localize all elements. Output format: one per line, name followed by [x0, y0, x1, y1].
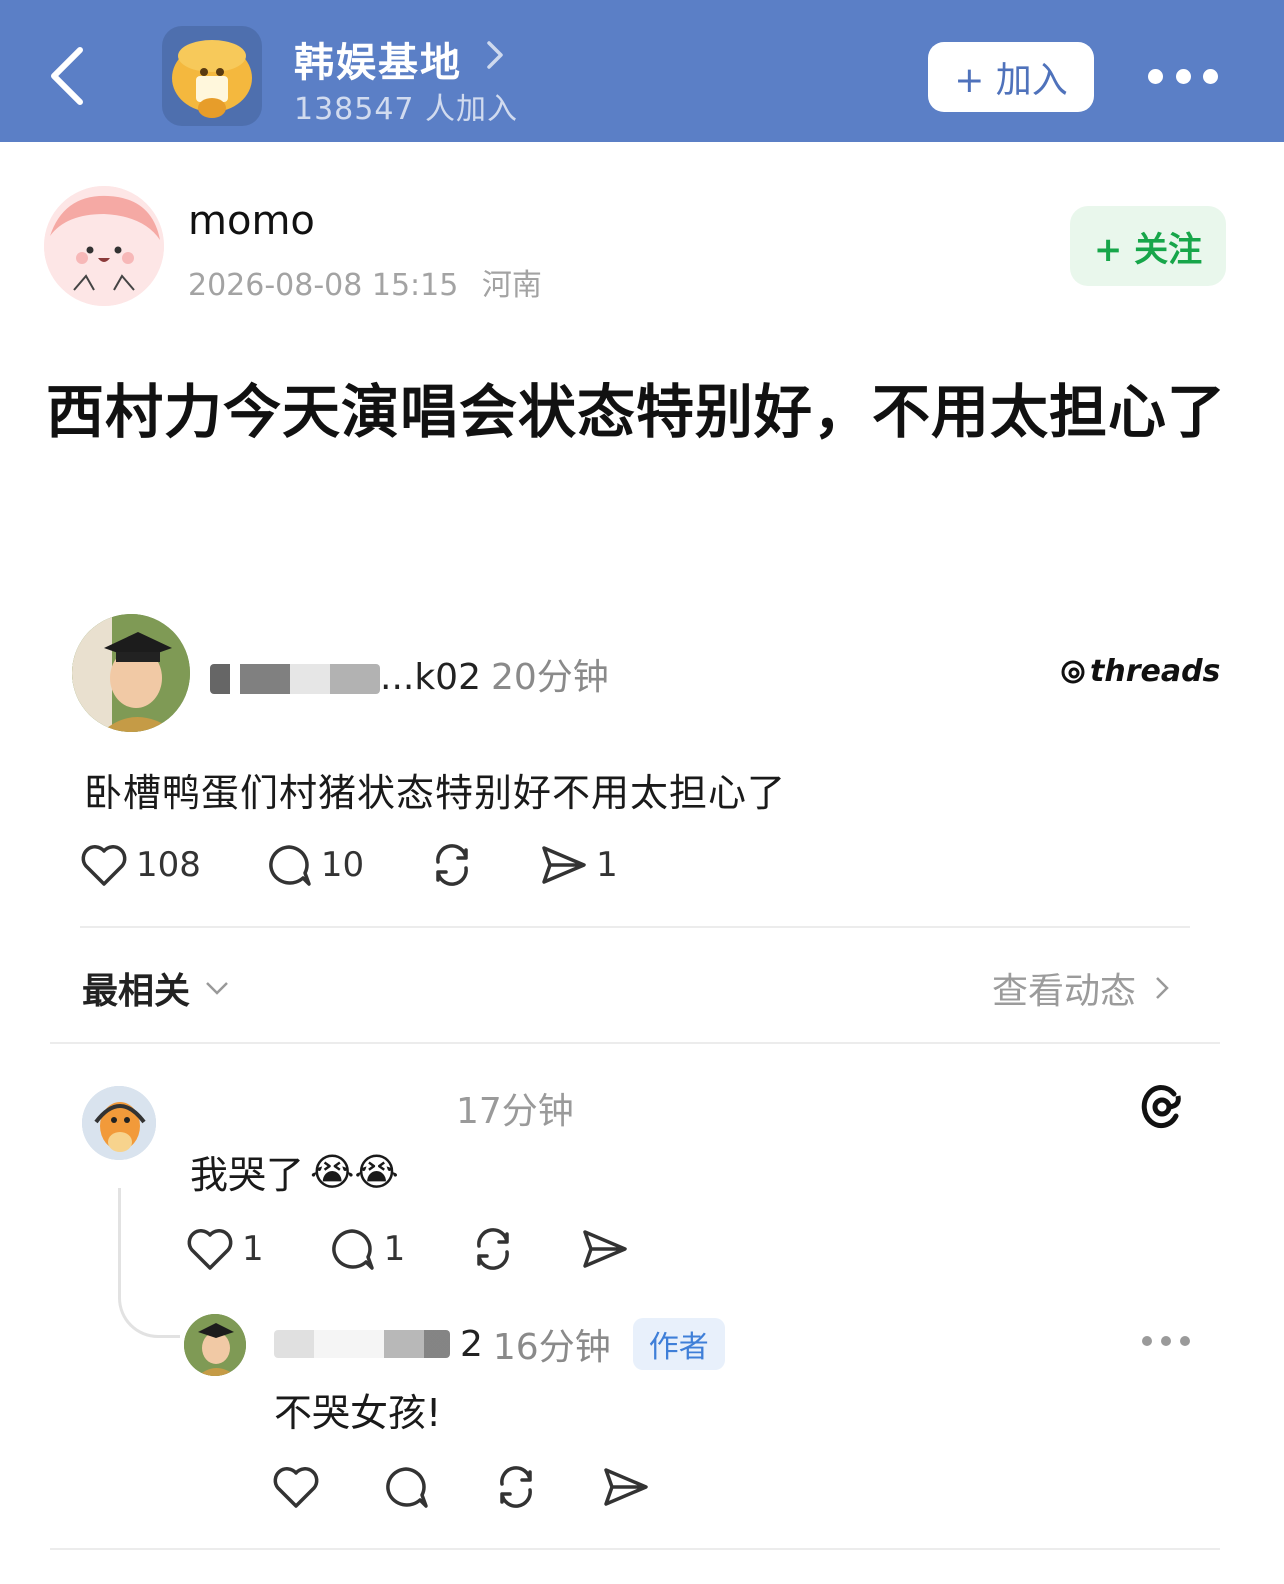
comment-icon: [269, 845, 311, 886]
post-location: 河南: [481, 268, 542, 303]
reply-connector: [118, 1188, 180, 1338]
sort-label: 最相关: [82, 971, 191, 1012]
activity-label: 查看动态: [992, 971, 1137, 1012]
comment-time: 17分钟: [456, 1091, 574, 1132]
like-action: [272, 1464, 320, 1510]
embed-time: 20分钟: [491, 657, 609, 698]
join-button[interactable]: + 加入: [928, 42, 1094, 112]
threads-logo: threads: [1060, 654, 1220, 689]
repost-action: [469, 1226, 517, 1272]
like-action: 108: [80, 842, 201, 888]
comment-action: 1: [328, 1226, 406, 1272]
reply-text: 不哭女孩!: [274, 1391, 442, 1435]
group-avatar[interactable]: [162, 26, 262, 126]
comment-action: 10: [265, 842, 364, 888]
heart-icon: [273, 1467, 319, 1508]
avatar: [82, 1086, 156, 1160]
crying-emoji-icon: 😭😭: [310, 1149, 399, 1194]
chevron-down-icon: [206, 982, 228, 995]
repost-action: [428, 842, 476, 888]
comment-count: 10: [320, 845, 365, 885]
chevron-right-icon[interactable]: [486, 40, 504, 70]
share-action: [581, 1226, 629, 1272]
heart-icon: [81, 845, 127, 886]
like-action: 1: [186, 1226, 264, 1272]
divider: [50, 1548, 1220, 1550]
view-activity-link: 查看动态: [992, 962, 1170, 1014]
reply-username-suffix: 2: [460, 1323, 483, 1365]
send-icon: [542, 846, 586, 884]
author-badge: 作者: [632, 1318, 725, 1370]
comment-actions: 1 1: [186, 1224, 693, 1274]
more-options-icon[interactable]: [1148, 60, 1218, 92]
like-count: 108: [136, 845, 201, 885]
send-icon: [604, 1468, 648, 1506]
like-count: 1: [242, 1229, 264, 1269]
avatar: [184, 1314, 246, 1376]
divider: [80, 926, 1190, 928]
share-action: 1: [540, 842, 618, 888]
comment-text-body: 我哭了: [190, 1153, 305, 1197]
repost-icon: [436, 844, 469, 886]
embed-username: ...k02 20分钟: [210, 648, 609, 700]
divider: [50, 1042, 1220, 1044]
threads-icon: [1061, 660, 1085, 683]
sort-dropdown: 最相关: [82, 962, 230, 1014]
embed-actions: 108 10 1: [80, 840, 682, 890]
reply-actions: [272, 1462, 712, 1512]
threads-icon: [1141, 1085, 1181, 1129]
comment-action: [382, 1464, 430, 1510]
back-button[interactable]: [40, 40, 92, 112]
comment-text: 我哭了 😭😭: [190, 1144, 399, 1199]
repost-icon: [477, 1228, 510, 1270]
share-count: 1: [596, 845, 618, 885]
chevron-left-icon: [51, 47, 83, 105]
repost-action: [492, 1464, 540, 1510]
embedded-image[interactable]: ...k02 20分钟 threads 卧槽鸭蛋们村猪状态特别好不用太担心了 10…: [50, 596, 1220, 1560]
send-icon: [583, 1230, 628, 1268]
group-header: 韩娱基地 138547 人加入 + 加入: [0, 0, 1284, 142]
post-text: 西村力今天演唱会状态特别好，不用太担心了: [46, 378, 1227, 446]
heart-icon: [187, 1229, 233, 1270]
comment-icon: [331, 1229, 374, 1270]
post-date: 2026-08-08 15:15: [188, 268, 459, 303]
embed-text: 卧槽鸭蛋们村猪状态特别好不用太担心了: [84, 771, 787, 815]
follow-button[interactable]: + 关注: [1070, 206, 1226, 286]
avatar: [72, 614, 190, 732]
chevron-right-icon: [1156, 977, 1169, 999]
post-meta: 2026-08-08 15:15 河南: [188, 260, 542, 304]
more-options-icon: [1142, 1334, 1190, 1348]
threads-brand: threads: [1090, 654, 1221, 689]
reply-time: 16分钟: [492, 1327, 611, 1368]
reply-username: 2 16分钟 作者: [274, 1318, 725, 1370]
reply-count: 1: [383, 1229, 406, 1269]
share-action: [602, 1464, 650, 1510]
repost-icon: [500, 1466, 532, 1508]
comment-icon: [386, 1467, 428, 1508]
avatar[interactable]: [44, 186, 164, 306]
member-count: 138547 人加入: [294, 92, 519, 127]
embed-username-suffix: ...k02: [380, 657, 481, 698]
group-name[interactable]: 韩娱基地: [294, 30, 462, 88]
author-name[interactable]: momo: [188, 198, 315, 244]
